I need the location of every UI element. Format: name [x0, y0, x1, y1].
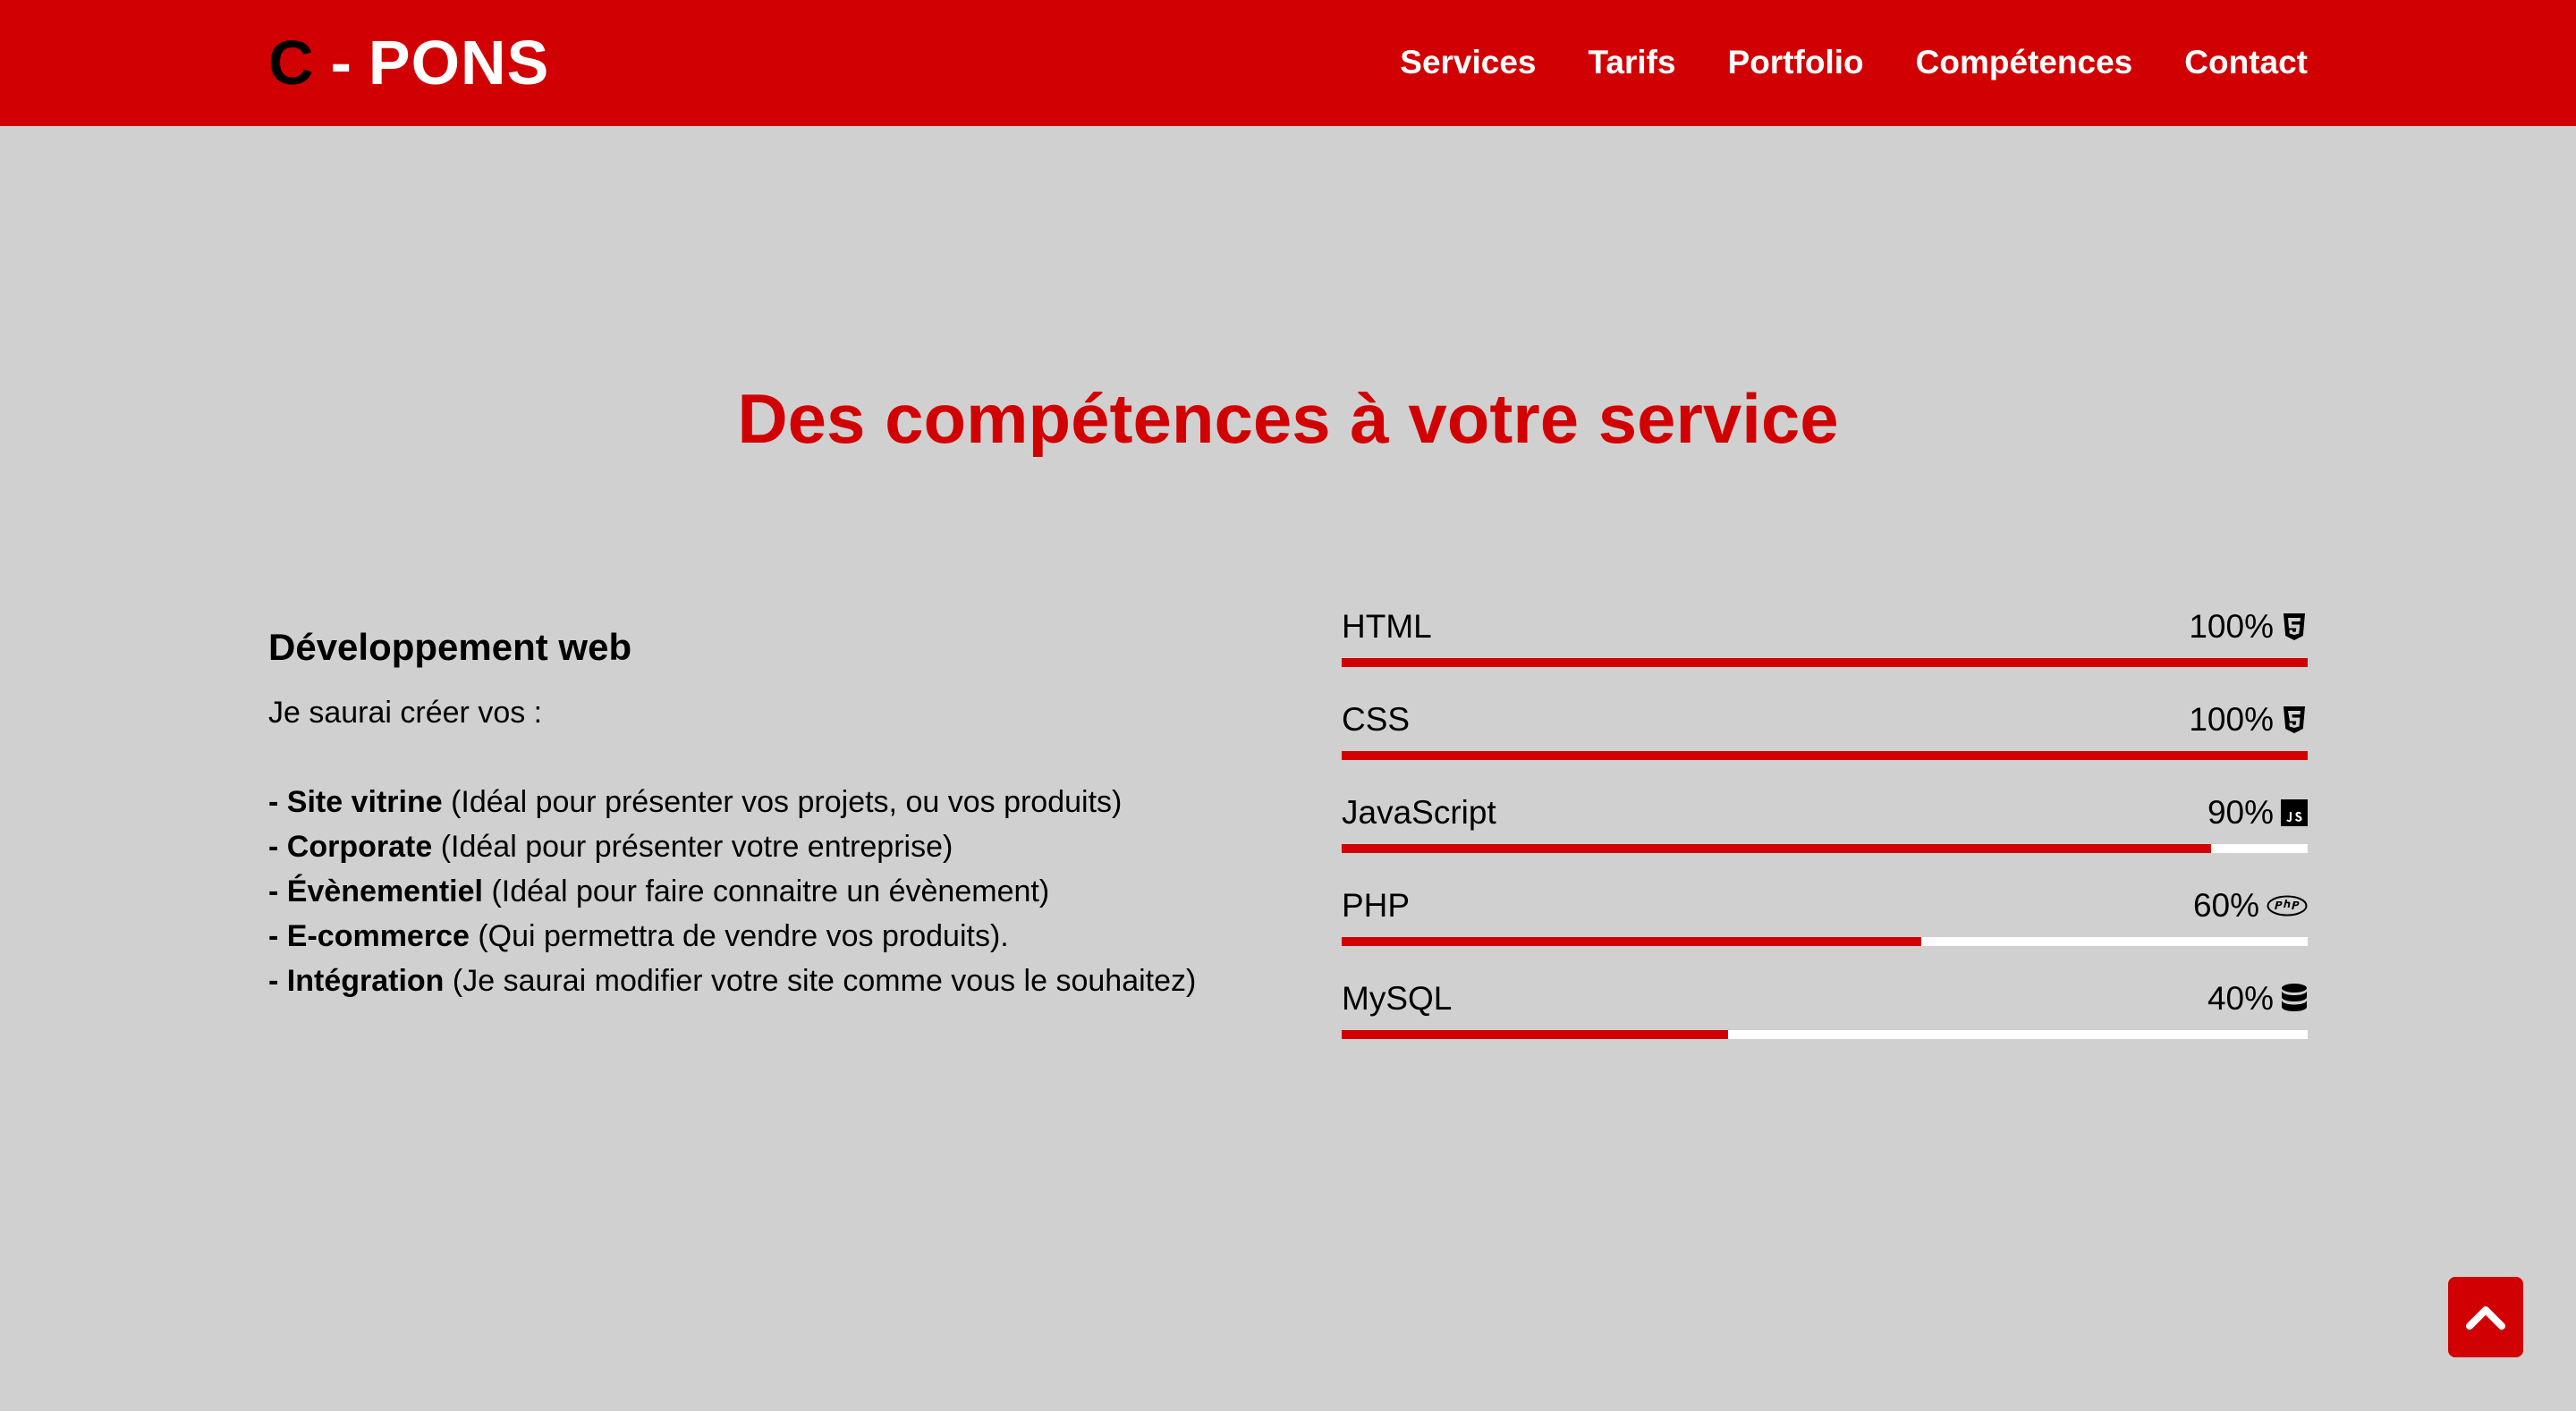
navbar: C - PONS Services Tarifs Portfolio Compéte…: [0, 0, 2576, 126]
service-name: Corporate: [286, 830, 433, 864]
skill-meta: 90%: [2207, 790, 2308, 835]
nav-link-contact[interactable]: Contact: [2184, 41, 2308, 84]
logo-letter-c: C: [268, 28, 315, 97]
skill-bar-track: [1342, 658, 2308, 667]
css3-icon: [2281, 704, 2308, 736]
service-prefix: -: [268, 964, 287, 998]
service-prefix: -: [268, 874, 287, 908]
service-item-corporate: - Corporate (Idéal pour présenter votre …: [268, 824, 1234, 869]
skill-name: HTML: [1342, 608, 1432, 645]
skill-bar-fill: [1342, 937, 1921, 946]
skill-meta: 60%: [2193, 883, 2308, 928]
skill-javascript: JavaScript 90%: [1342, 787, 2308, 880]
nav-link-portfolio[interactable]: Portfolio: [1728, 41, 1864, 84]
skill-php: PHP 60%: [1342, 880, 2308, 973]
skill-bar-track: [1342, 937, 2308, 946]
skill-meta: 100%: [2189, 697, 2308, 742]
skill-mysql: MySQL 40%: [1342, 973, 2308, 1066]
js-icon: [2281, 797, 2308, 829]
service-name: Site vitrine: [286, 785, 443, 819]
skill-percent: 90%: [2207, 794, 2274, 831]
skill-percent: 100%: [2189, 701, 2274, 738]
skill-css: CSS 100%: [1342, 694, 2308, 787]
service-item-site-vitrine: - Site vitrine (Idéal pour présenter vos…: [268, 780, 1234, 824]
skill-name: PHP: [1342, 887, 1411, 924]
service-list: - Site vitrine (Idéal pour présenter vos…: [268, 780, 1234, 1003]
nav-link-services[interactable]: Services: [1400, 41, 1536, 84]
service-prefix: -: [268, 785, 287, 819]
web-dev-heading: Développement web: [268, 626, 632, 668]
skill-bar-fill: [1342, 658, 2308, 667]
html5-icon: [2281, 611, 2308, 643]
skill-bar-track: [1342, 844, 2308, 853]
logo-dash: -: [330, 28, 352, 97]
nav-menu: Services Tarifs Portfolio Compétences Co…: [1400, 41, 2308, 84]
service-name: Évènementiel: [286, 874, 483, 908]
service-desc: (Qui permettra de vendre vos produits).: [469, 919, 1009, 953]
service-item-integration: - Intégration (Je saurai modifier votre …: [268, 959, 1234, 1003]
skill-bar-fill: [1342, 751, 2308, 760]
chevron-up-icon: [2466, 1306, 2505, 1330]
service-item-e-commerce: - E-commerce (Qui permettra de vendre vo…: [268, 914, 1234, 959]
service-prefix: -: [268, 919, 287, 953]
skill-bar-fill: [1342, 844, 2211, 853]
scroll-to-top-button[interactable]: [2448, 1277, 2523, 1357]
nav-link-competences[interactable]: Compétences: [1916, 41, 2133, 84]
service-name: Intégration: [286, 964, 445, 998]
skill-bar-fill: [1342, 1030, 1728, 1039]
skill-meta: 40%: [2207, 976, 2308, 1021]
web-dev-intro: Je saurai créer vos :: [268, 696, 543, 730]
service-item-evenementiel: - Évènementiel (Idéal pour faire connait…: [268, 869, 1234, 914]
skill-percent: 60%: [2192, 887, 2259, 924]
skill-percent: 100%: [2189, 608, 2274, 645]
skill-html: HTML 100%: [1342, 601, 2308, 694]
service-desc: (Idéal pour présenter votre entreprise): [432, 830, 953, 864]
skill-bar-track: [1342, 1030, 2308, 1039]
service-prefix: -: [268, 830, 287, 864]
skill-name: JavaScript: [1342, 794, 1496, 831]
service-desc: (Idéal pour présenter vos projets, ou vo…: [442, 785, 1123, 819]
logo-pons: PONS: [368, 28, 550, 97]
skill-name: CSS: [1342, 701, 1411, 738]
database-icon: [2281, 983, 2308, 1015]
service-name: E-commerce: [286, 919, 470, 953]
service-desc: (Idéal pour faire connaitre un évènement…: [483, 874, 1050, 908]
nav-link-tarifs[interactable]: Tarifs: [1589, 41, 1676, 84]
skill-percent: 40%: [2207, 980, 2274, 1017]
web-dev-block: Développement web Je saurai créer vos : …: [268, 619, 1234, 1003]
php-icon: [2267, 890, 2308, 922]
section-title: Des compétences à votre service: [737, 379, 1839, 458]
logo[interactable]: C - PONS: [268, 25, 549, 100]
service-desc: (Je saurai modifier votre site comme vou…: [444, 964, 1197, 998]
skill-meta: 100%: [2189, 604, 2308, 649]
skill-name: MySQL: [1342, 980, 1453, 1017]
skill-bar-track: [1342, 751, 2308, 760]
